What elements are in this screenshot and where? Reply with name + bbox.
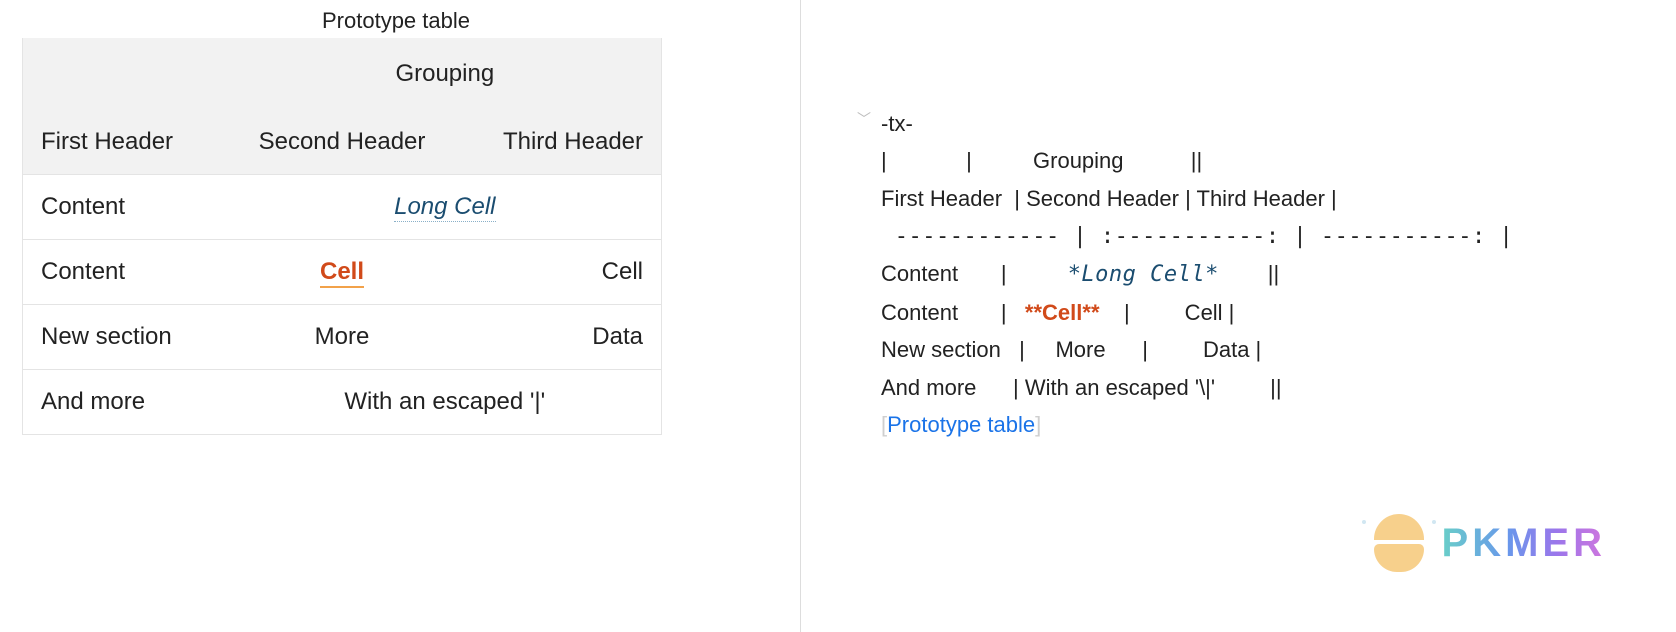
table-cell: Content xyxy=(23,175,229,240)
table-row: New section More Data xyxy=(23,305,662,370)
table-row: Content Cell Cell xyxy=(23,240,662,305)
table-cell: Data xyxy=(455,305,661,370)
link-bracket: ] xyxy=(1035,412,1041,437)
source-line[interactable]: New section | More | Data | xyxy=(881,337,1261,362)
table-cell: Cell xyxy=(229,240,456,305)
source-line[interactable]: Content | *Long Cell* || xyxy=(881,261,1279,286)
table-row: And more With an escaped '|' xyxy=(23,370,662,435)
source-line[interactable]: First Header | Second Header | Third Hea… xyxy=(881,186,1337,211)
table-cell: New section xyxy=(23,305,229,370)
table-cell: More xyxy=(229,305,456,370)
internal-link[interactable]: Long Cell xyxy=(394,193,495,222)
table-group-row: Grouping xyxy=(23,38,662,110)
fold-chevron-icon[interactable]: ﹀ xyxy=(857,108,871,132)
table-row: Content Long Cell xyxy=(23,175,662,240)
source-line[interactable]: And more | With an escaped '\|' || xyxy=(881,375,1282,400)
table-header-1: First Header xyxy=(23,110,229,175)
source-line[interactable]: [Prototype table] xyxy=(881,412,1041,437)
source-line[interactable]: -tx- xyxy=(881,111,913,136)
table-header-empty xyxy=(23,38,229,110)
caption-link: Prototype table xyxy=(887,412,1035,437)
table-cell: Cell xyxy=(455,240,661,305)
unresolved-link[interactable]: Cell xyxy=(320,258,364,288)
source-line[interactable]: Content | **Cell** | Cell | xyxy=(881,300,1234,325)
watermark-text: PKMER xyxy=(1442,521,1606,566)
watermark: PKMER xyxy=(1370,514,1606,572)
pkmer-logo-icon xyxy=(1370,514,1428,572)
table-caption: Prototype table xyxy=(22,8,770,34)
italic-markup: *Long Cell* xyxy=(1068,262,1219,287)
source-line[interactable]: | | Grouping || xyxy=(881,148,1202,173)
markdown-source-editor[interactable]: ﹀ -tx- | | Grouping || First Header | Se… xyxy=(881,30,1646,443)
table-cell: Content xyxy=(23,240,229,305)
table-header-3: Third Header xyxy=(455,110,661,175)
table-header-row: First Header Second Header Third Header xyxy=(23,110,662,175)
source-line[interactable]: ------------ | :-----------: | ---------… xyxy=(881,224,1513,249)
table-header-grouping: Grouping xyxy=(229,38,662,110)
bold-markup: **Cell** xyxy=(1025,300,1100,325)
table-cell-span: Long Cell xyxy=(229,175,662,240)
table-cell: And more xyxy=(23,370,229,435)
table-header-2: Second Header xyxy=(229,110,456,175)
table-cell-span: With an escaped '|' xyxy=(229,370,662,435)
prototype-table: Grouping First Header Second Header Thir… xyxy=(22,38,662,435)
